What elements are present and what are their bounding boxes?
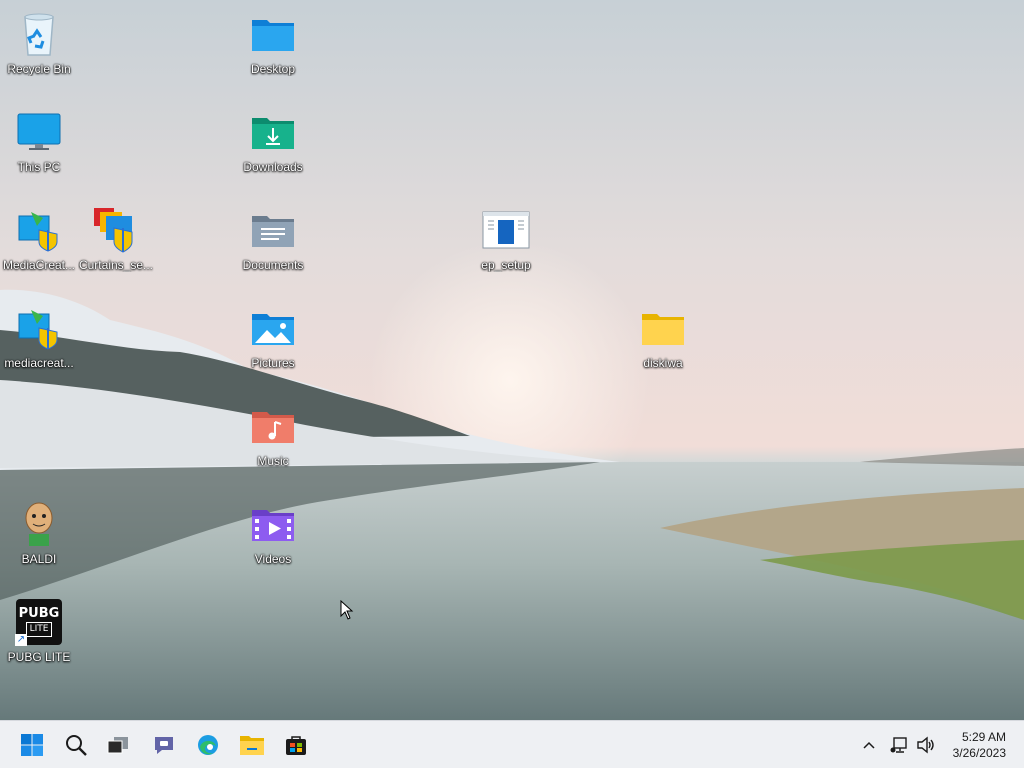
media-creation-tool-icon — [13, 204, 65, 256]
desktop-icon-videos-folder[interactable]: Videos — [235, 494, 311, 586]
clock-date: 3/26/2023 — [952, 746, 1006, 760]
mouse-pointer-icon — [340, 600, 354, 620]
taskbar: 5:29 AM 3/26/2023 — [0, 720, 1024, 768]
media-creation-tool-icon — [13, 302, 65, 354]
desktop-icon-ep-setup[interactable]: ep_setup — [468, 200, 544, 292]
desktop-icon-desktop-folder[interactable]: Desktop — [235, 4, 311, 96]
desktop-icon-mediacreat-1[interactable]: MediaCreat... — [1, 200, 77, 292]
show-hidden-icons-button[interactable] — [858, 733, 880, 757]
store-button[interactable] — [276, 725, 316, 765]
network-button[interactable] — [888, 733, 912, 757]
desktop-icon-diskiwa[interactable]: diskiwa — [625, 298, 701, 390]
desktop-icon-label: BALDI — [21, 552, 57, 566]
pubg-logo-subtext: LITE — [25, 622, 53, 637]
desktop-icon-label: This PC — [17, 160, 61, 174]
desktop-icon-label: Curtains_se... — [78, 258, 154, 272]
store-icon — [286, 736, 306, 755]
desktop-wallpaper — [0, 0, 1024, 720]
folder-yellow-icon — [637, 302, 689, 354]
file-explorer-button[interactable] — [232, 725, 272, 765]
baldi-game-icon — [13, 498, 65, 550]
desktop-icon-label: mediacreat... — [4, 356, 74, 370]
desktop-icon-pubg-lite[interactable]: PUBG LITE ↗ PUBG LITE — [1, 592, 77, 684]
pubg-lite-icon: PUBG LITE ↗ — [13, 596, 65, 648]
pubg-logo-text: PUBG — [18, 606, 60, 621]
desktop-icon-label: Recycle Bin — [7, 62, 71, 76]
music-folder-icon — [247, 400, 299, 452]
teams-chat-button[interactable] — [144, 725, 184, 765]
folder-blue-icon — [247, 8, 299, 60]
desktop-icon-documents-folder[interactable]: Documents — [235, 200, 311, 292]
volume-button[interactable] — [914, 733, 938, 757]
pictures-folder-icon — [247, 302, 299, 354]
videos-folder-icon — [247, 498, 299, 550]
desktop-icon-label: diskiwa — [643, 356, 683, 370]
monitor-icon — [13, 106, 65, 158]
clock-button[interactable]: 5:29 AM 3/26/2023 — [936, 729, 1006, 761]
desktop-icon-music-folder[interactable]: Music — [235, 396, 311, 488]
setup-window-icon — [480, 204, 532, 256]
desktop-icon-label: Pictures — [251, 356, 295, 370]
volume-icon — [917, 736, 934, 754]
desktop-icon-label: Music — [257, 454, 289, 468]
desktop-icon-label: Documents — [242, 258, 304, 272]
desktop-icon-label: Desktop — [250, 62, 296, 76]
edge-button[interactable] — [188, 725, 228, 765]
search-button[interactable] — [56, 725, 96, 765]
desktop-icon-recycle-bin[interactable]: Recycle Bin — [1, 4, 77, 96]
desktop-icon-this-pc[interactable]: This PC — [1, 102, 77, 194]
downloads-folder-icon — [247, 106, 299, 158]
desktop-icon-label: MediaCreat... — [2, 258, 76, 272]
desktop-icon-label: Videos — [254, 552, 292, 566]
search-icon — [66, 735, 87, 756]
desktop-icon-label: PUBG LITE — [7, 650, 71, 664]
desktop-icon-label: Downloads — [243, 160, 303, 174]
desktop-icon-curtains[interactable]: Curtains_se... — [78, 200, 154, 292]
edge-icon — [198, 735, 218, 755]
desktop-icon-downloads-folder[interactable]: Downloads — [235, 102, 311, 194]
start-icon — [21, 734, 43, 756]
desktop-icon-mediacreat-2[interactable]: mediacreat... — [1, 298, 77, 390]
desktop-icon-baldi[interactable]: BALDI — [1, 494, 77, 586]
clock-time: 5:29 AM — [961, 730, 1006, 744]
file-explorer-icon — [240, 736, 264, 755]
teams-chat-icon — [155, 737, 173, 754]
desktop-icon-pictures-folder[interactable]: Pictures — [235, 298, 311, 390]
start-button[interactable] — [12, 725, 52, 765]
chevron-up-icon — [863, 741, 875, 749]
documents-folder-icon — [247, 204, 299, 256]
network-icon — [890, 737, 907, 753]
installer-shield-icon — [90, 204, 142, 256]
shortcut-arrow-icon: ↗ — [15, 634, 27, 646]
recycle-bin-icon — [13, 8, 65, 60]
desktop-icon-label: ep_setup — [481, 258, 531, 272]
task-view-button[interactable] — [98, 725, 138, 765]
task-view-icon — [107, 737, 128, 754]
